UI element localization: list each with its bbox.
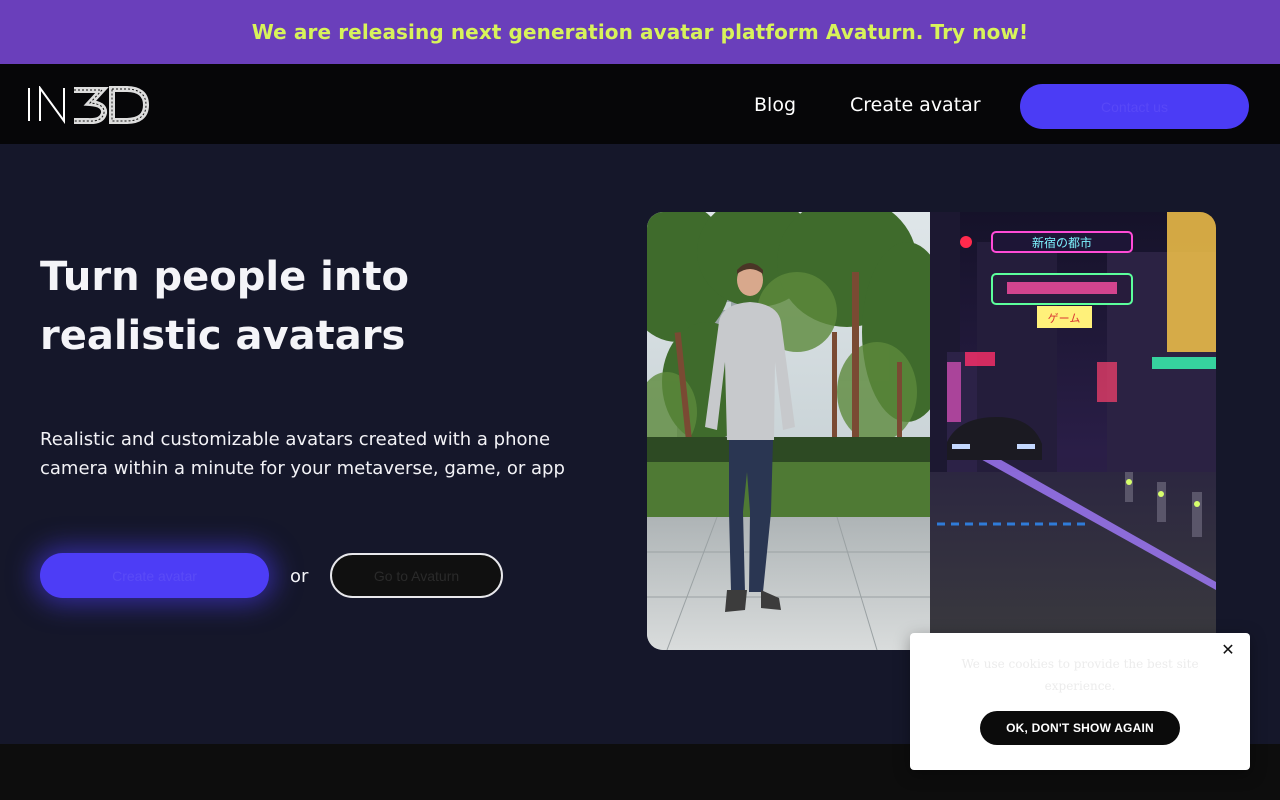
neon-sign-2: ゲーム [1048, 312, 1081, 325]
in3d-logo-icon[interactable] [26, 84, 150, 125]
go-to-avaturn-button[interactable]: Go to Avaturn [330, 553, 503, 598]
hero-image-person-to-avatar: 新宿の都市 ゲーム [647, 212, 1216, 650]
hero-title: Turn people into realistic avatars [40, 254, 409, 359]
close-icon[interactable]: ✕ [1218, 641, 1238, 661]
announcement-bar[interactable]: We are releasing next generation avatar … [0, 0, 1280, 64]
nav-link-blog[interactable]: Blog [754, 94, 796, 116]
cookie-banner: ✕ We use cookies to provide the best sit… [910, 633, 1250, 770]
header-contact-button[interactable]: Contact us [1020, 84, 1249, 129]
hero-subtitle: Realistic and customizable avatars creat… [40, 429, 565, 479]
cookie-accept-button[interactable]: OK, DON'T SHOW AGAIN [980, 711, 1180, 745]
neon-sign-1: 新宿の都市 [1032, 235, 1092, 250]
nav-link-create-avatar[interactable]: Create avatar [850, 94, 981, 116]
create-avatar-button[interactable]: Create avatar [40, 553, 269, 598]
announcement-text[interactable]: We are releasing next generation avatar … [252, 20, 1029, 44]
cookie-text: We use cookies to provide the best site … [961, 657, 1199, 693]
or-separator: or [290, 566, 309, 587]
